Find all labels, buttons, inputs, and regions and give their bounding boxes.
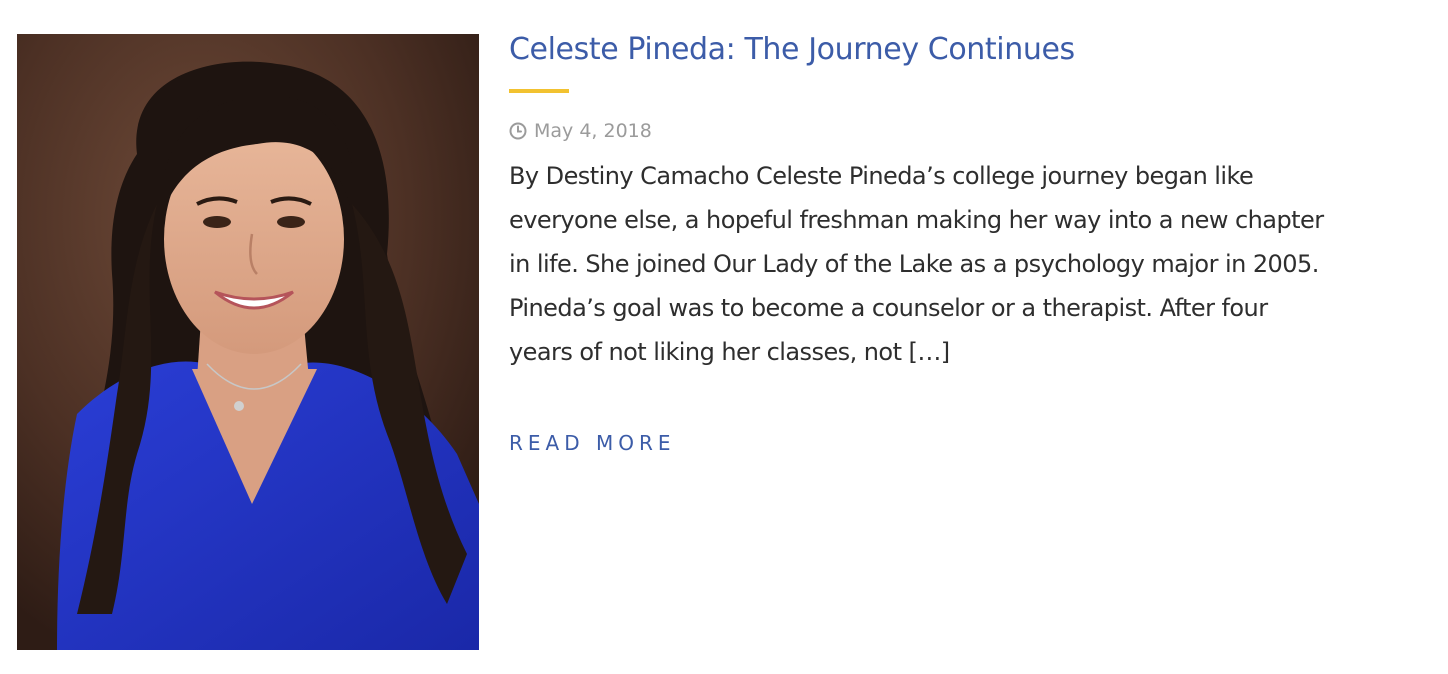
post-content: Celeste Pineda: The Journey Continues Ma… xyxy=(509,30,1429,455)
clock-icon xyxy=(509,122,527,140)
excerpt-line: By Destiny Camacho Celeste Pineda’s coll… xyxy=(509,162,1254,190)
read-more-link[interactable]: READ MORE xyxy=(509,431,676,455)
excerpt-line: in life. She joined Our Lady of the Lake… xyxy=(509,250,1319,278)
post-date: May 4, 2018 xyxy=(534,120,652,142)
blog-post-card: Celeste Pineda: The Journey Continues Ma… xyxy=(0,0,1448,674)
featured-image[interactable] xyxy=(17,34,479,650)
post-title-link[interactable]: Celeste Pineda: The Journey Continues xyxy=(509,30,1429,70)
excerpt-line: Pineda’s goal was to become a counselor … xyxy=(509,294,1268,322)
title-accent-rule xyxy=(509,89,569,93)
excerpt-line: years of not liking her classes, not […] xyxy=(509,338,950,366)
post-excerpt: By Destiny Camacho Celeste Pineda’s coll… xyxy=(509,154,1429,374)
excerpt-line: everyone else, a hopeful freshman making… xyxy=(509,206,1324,234)
post-meta: May 4, 2018 xyxy=(509,119,1429,143)
portrait-photo xyxy=(17,34,479,650)
